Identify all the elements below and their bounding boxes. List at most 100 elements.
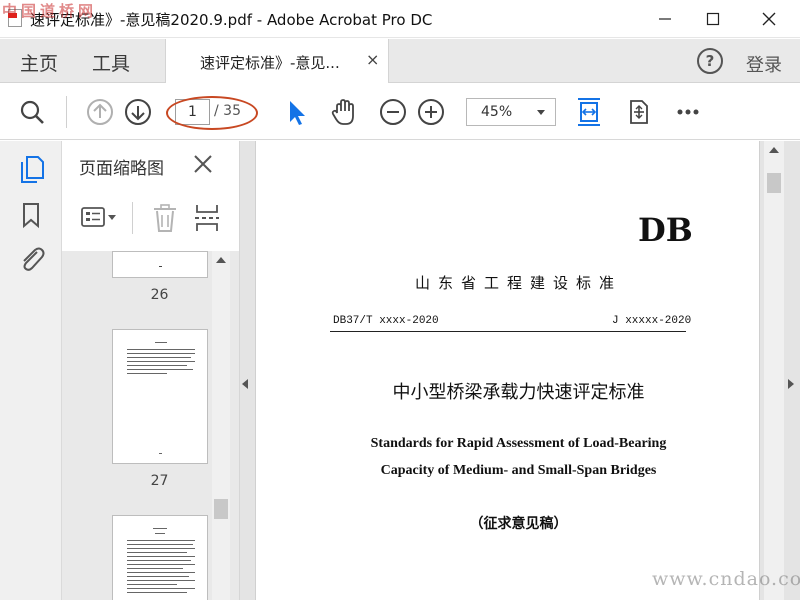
thumbnail-text-line: [127, 349, 195, 350]
page-thumbnails-icon: [21, 156, 44, 183]
thumbnail-text-line: [127, 353, 195, 354]
login-button[interactable]: 登录: [746, 51, 782, 77]
toolbar-separator: [132, 202, 133, 234]
zoom-in-button[interactable]: [415, 96, 447, 128]
document-page: DB 山东省工程建设标准 DB37/T xxxx-2020 J xxxxx-20…: [255, 141, 760, 600]
search-button[interactable]: [16, 96, 48, 128]
scroll-up-arrow-icon[interactable]: [769, 147, 779, 153]
standard-number: DB37/T xxxx-2020: [333, 315, 439, 327]
close-icon: [762, 12, 776, 26]
minimize-button[interactable]: [642, 0, 688, 38]
tab-home[interactable]: 主页: [20, 49, 58, 76]
thumbnail-text-line: [155, 533, 165, 534]
thumbnail-text-line: [127, 588, 195, 589]
attachments-button[interactable]: [15, 243, 47, 275]
thumbnail-text-line: [127, 544, 193, 545]
thumbnail-text-line: [127, 560, 191, 561]
maximize-icon: [706, 12, 720, 26]
thumbnail-text-line: [127, 548, 195, 549]
thumbnail-text-line: [127, 373, 167, 374]
thumbnail-text-line: [127, 552, 187, 553]
fit-page-icon: [578, 98, 600, 126]
tab-tools[interactable]: 工具: [92, 49, 130, 76]
bookmarks-button[interactable]: [15, 199, 47, 231]
thumbnail-text-line: [127, 580, 195, 581]
scroll-up-arrow-icon[interactable]: [216, 257, 226, 263]
collapse-left-pane-icon[interactable]: [242, 379, 248, 389]
close-tab-button[interactable]: ×: [366, 50, 379, 69]
standard-type: 山东省工程建设标准: [414, 274, 622, 292]
thumbnail-text-line: [127, 584, 177, 585]
more-icon: [677, 109, 699, 115]
bookmark-icon: [23, 203, 39, 229]
maximize-button[interactable]: [690, 0, 736, 38]
thumbnail-page-27[interactable]: [112, 329, 208, 464]
more-tools-button[interactable]: [672, 96, 704, 128]
thumbnail-text-line: [127, 361, 195, 362]
next-page-icon: [125, 99, 151, 125]
previous-page-button[interactable]: [84, 96, 116, 128]
scrollbar-thumb[interactable]: [214, 499, 228, 519]
select-tool-button[interactable]: [280, 96, 312, 128]
pane-title: 页面缩略图: [79, 159, 164, 179]
thumbnail-page-26[interactable]: [112, 251, 208, 278]
thumbnail-list[interactable]: 26 27: [62, 251, 239, 600]
thumbnail-toolbar: [62, 196, 239, 242]
zoom-out-icon: [380, 99, 406, 125]
page-thumbnails-button[interactable]: [15, 153, 47, 185]
draft-note: （征求意见稿）: [469, 516, 568, 532]
close-window-button[interactable]: [746, 0, 792, 38]
minimize-icon: [659, 18, 671, 20]
next-page-button[interactable]: [122, 96, 154, 128]
standard-header-code: DB: [638, 211, 693, 249]
hand-tool-button[interactable]: [328, 96, 360, 128]
thumbnail-pane: 页面缩略图 26 27: [62, 141, 240, 600]
document-title-cn: 中小型桥梁承载力快速评定标准: [392, 382, 645, 403]
fit-page-button[interactable]: [573, 96, 605, 128]
zoom-value: 45%: [481, 104, 513, 120]
document-tab-label: 速评定标准》-意见...: [200, 54, 340, 72]
document-title-en-line2: Capacity of Medium- and Small-Span Bridg…: [380, 463, 657, 478]
header-rule: [330, 331, 686, 332]
thumbnail-text-line: [127, 556, 195, 557]
rotate-button[interactable]: [622, 96, 654, 128]
thumbnail-scrollbar[interactable]: [212, 251, 230, 600]
rotate-icon: [630, 100, 648, 124]
help-icon[interactable]: ?: [697, 48, 723, 74]
tab-document[interactable]: 速评定标准》-意见... ×: [165, 39, 389, 83]
close-pane-button[interactable]: [190, 151, 216, 177]
thumbnail-text-line: [127, 357, 191, 358]
document-scrollbar[interactable]: [764, 141, 784, 600]
left-navigation-rail: [0, 141, 62, 600]
record-number: J xxxxx-2020: [612, 315, 692, 327]
scrollbar-thumb[interactable]: [767, 173, 781, 193]
toolbar-separator: [66, 96, 67, 128]
search-icon: [20, 100, 44, 124]
thumbnail-text-line: [127, 592, 187, 593]
page-number-mark: [159, 453, 162, 454]
thumbnail-text-line: [127, 576, 189, 577]
expand-right-pane-icon[interactable]: [788, 379, 794, 389]
zoom-in-icon: [418, 99, 444, 125]
close-icon: [194, 155, 212, 173]
document-viewer[interactable]: DB 山东省工程建设标准 DB37/T xxxx-2020 J xxxxx-20…: [240, 141, 800, 600]
page-number-mark: [159, 266, 162, 267]
thumbnail-page-28[interactable]: [112, 515, 208, 600]
document-title-en-line1: Standards for Rapid Assessment of Load-B…: [370, 436, 667, 451]
title-bar: 速评定标准》-意见稿2020.9.pdf - Adobe Acrobat Pro…: [0, 0, 800, 38]
zoom-out-button[interactable]: [377, 96, 409, 128]
delete-page-button[interactable]: [150, 202, 180, 234]
zoom-select[interactable]: 45%: [466, 98, 556, 126]
trash-icon: [154, 204, 176, 232]
chevron-down-icon: [537, 110, 545, 115]
hand-tool-icon: [331, 99, 354, 125]
thumbnail-options-button[interactable]: [80, 204, 120, 232]
thumbnail-text-line: [127, 540, 195, 541]
thumbnail-text-line: [127, 572, 195, 573]
insert-page-button[interactable]: [192, 202, 222, 234]
insert-page-icon: [195, 205, 219, 231]
select-pointer-icon: [290, 101, 305, 125]
thumbnail-text-line: [127, 365, 187, 366]
thumbnail-text-line: [127, 564, 195, 565]
toolbar: 1 / 35 45%: [0, 84, 800, 140]
